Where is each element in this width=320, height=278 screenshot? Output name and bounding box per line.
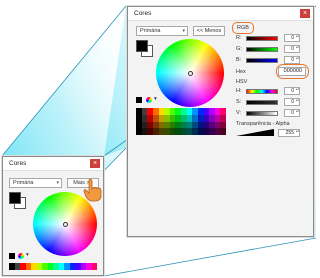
hsv-section-label: HSV xyxy=(236,79,248,85)
hex-highlight xyxy=(276,64,309,79)
alpha-value-field[interactable]: 255 xyxy=(278,129,300,137)
chevron-down-icon: ▾ xyxy=(182,28,185,34)
green-value-field[interactable]: 0 xyxy=(284,45,300,53)
palette-icon[interactable] xyxy=(18,253,24,259)
black-white-icon[interactable] xyxy=(136,97,142,103)
dialog-title: Cores xyxy=(9,160,27,167)
color-palette-strip[interactable] xyxy=(9,263,97,270)
alpha-slider[interactable] xyxy=(236,129,274,137)
hue-value-field[interactable]: 0 xyxy=(284,87,300,95)
hand-cursor-icon xyxy=(83,178,102,202)
hex-label: Hex xyxy=(236,69,246,75)
palette-swatch[interactable] xyxy=(91,263,97,270)
alpha-label: Transparência - Alpha xyxy=(236,121,290,127)
chevron-down-icon: ▾ xyxy=(56,180,59,186)
channel-label-h: H: xyxy=(236,88,242,94)
palette-icon[interactable] xyxy=(146,97,152,103)
channel-label-b: B: xyxy=(236,57,242,63)
green-slider[interactable] xyxy=(246,47,278,52)
red-value-field[interactable]: 0 xyxy=(284,34,300,42)
close-button[interactable]: × xyxy=(90,159,100,168)
value-value-field[interactable]: 0 xyxy=(284,109,300,117)
color-palette-grid[interactable] xyxy=(136,108,226,135)
mode-select[interactable]: Primária ▾ xyxy=(9,178,62,188)
wheel-cursor[interactable] xyxy=(62,221,68,227)
color-wheel[interactable] xyxy=(156,39,224,107)
colors-dialog-expanded: Cores × Primária▾ << Menos ▾ RGB R: 0 G:… xyxy=(127,6,314,237)
primary-color-swatch[interactable] xyxy=(9,192,21,204)
palette-swatch[interactable] xyxy=(220,114,226,122)
palette-swatch[interactable] xyxy=(220,128,226,135)
mode-select[interactable]: Primária ▾ xyxy=(136,26,188,36)
primary-color-swatch[interactable] xyxy=(136,40,148,52)
title-bar: Cores × xyxy=(3,157,103,171)
channel-label-v: V: xyxy=(236,110,241,116)
saturation-value-field[interactable]: 0 xyxy=(284,98,300,106)
black-white-icon[interactable] xyxy=(9,253,15,259)
hue-slider[interactable] xyxy=(246,89,278,94)
channel-label-s: S: xyxy=(236,99,242,105)
dialog-title: Cores xyxy=(134,10,152,17)
blue-value-field[interactable]: 0 xyxy=(284,56,300,64)
title-bar: Cores × xyxy=(128,7,313,21)
rgb-highlight xyxy=(232,22,254,34)
value-slider[interactable] xyxy=(246,111,278,116)
colors-dialog-compact: Cores × Primária ▾ Mais >> ▾ xyxy=(2,156,104,276)
less-button[interactable]: << Menos xyxy=(193,26,225,36)
saturation-slider[interactable] xyxy=(246,100,278,105)
palette-menu-chevron-icon[interactable]: ▾ xyxy=(26,252,29,258)
channel-label-g: G: xyxy=(236,46,242,52)
palette-swatch[interactable] xyxy=(220,108,226,115)
palette-menu-chevron-icon[interactable]: ▾ xyxy=(154,96,157,102)
wheel-cursor[interactable] xyxy=(187,70,193,76)
channel-label-r: R: xyxy=(236,35,242,41)
blue-slider[interactable] xyxy=(246,58,278,63)
close-button[interactable]: × xyxy=(300,9,310,18)
palette-swatch[interactable] xyxy=(220,121,226,129)
red-slider[interactable] xyxy=(246,36,278,41)
